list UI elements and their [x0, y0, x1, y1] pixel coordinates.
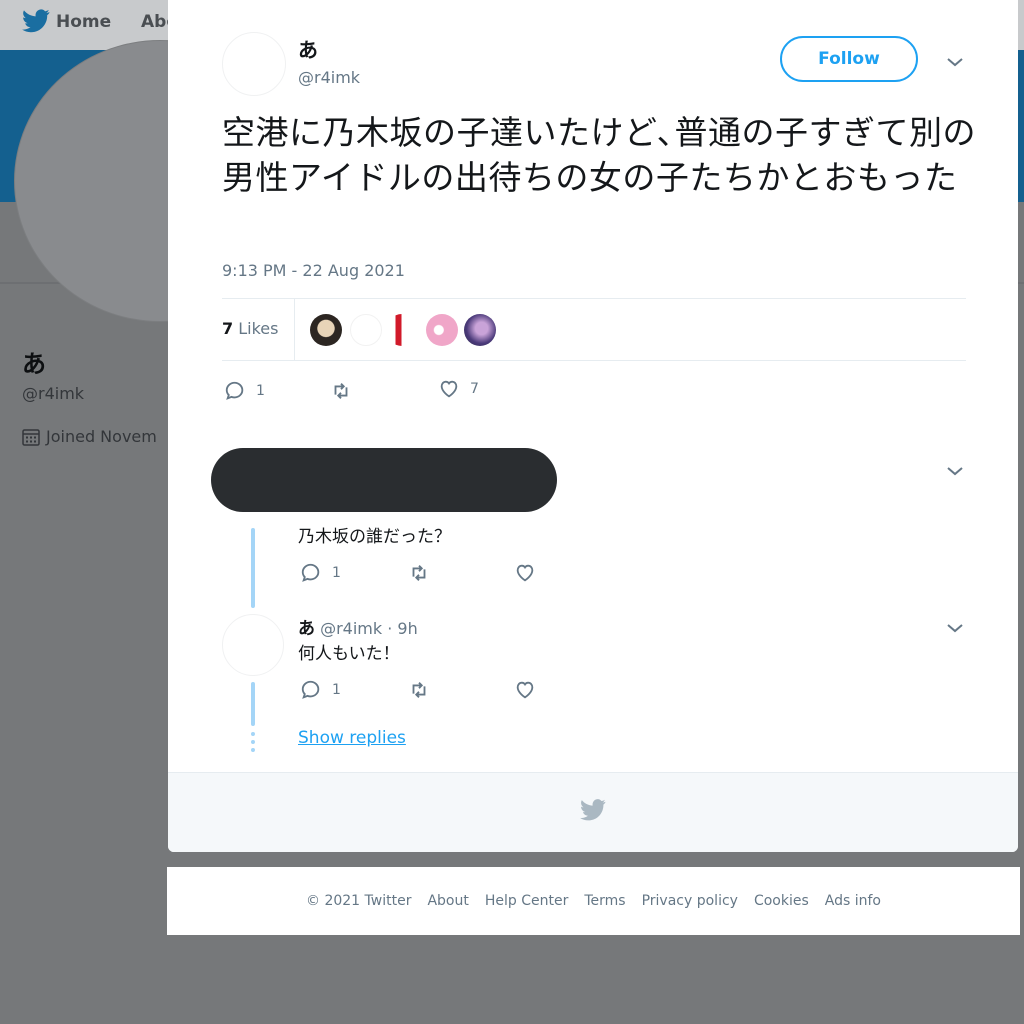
retweet-action[interactable] — [330, 380, 352, 402]
reply-action[interactable]: 1 — [224, 380, 265, 402]
reply-text: 乃木坂の誰だった？ — [298, 527, 451, 547]
liker-avatar[interactable] — [464, 314, 496, 346]
profile-name: あ — [22, 350, 46, 378]
footer-link-terms[interactable]: Terms — [584, 893, 625, 909]
liker-avatar[interactable] — [426, 314, 458, 346]
reply-header[interactable]: あ @r4imk · 9h — [298, 614, 418, 639]
reply-count: 1 — [256, 383, 265, 399]
divider — [222, 298, 966, 299]
reply-icon — [301, 563, 320, 582]
page-footer: © 2021 Twitter About Help Center Terms P… — [167, 867, 1020, 935]
heart-icon — [516, 681, 534, 699]
nav-home[interactable]: Home — [56, 12, 111, 32]
redacted-author-block — [211, 448, 557, 512]
author-handle[interactable]: @r4imk — [298, 68, 360, 87]
heart-icon — [516, 564, 534, 582]
reply-meta: @r4imk · 9h — [320, 619, 418, 638]
footer-link-about[interactable]: About — [427, 893, 468, 909]
reply-author-name: あ — [298, 619, 315, 639]
author-name[interactable]: あ — [298, 34, 318, 63]
divider — [222, 360, 966, 361]
retweet-action[interactable] — [408, 679, 430, 701]
likes-count[interactable]: 7 Likes — [222, 319, 278, 338]
reply-action[interactable]: 1 — [300, 562, 341, 584]
reply-icon — [225, 381, 244, 400]
liker-avatar[interactable] — [350, 314, 382, 346]
retweet-action[interactable] — [408, 562, 430, 584]
reply-count: 1 — [332, 565, 341, 581]
reply-icon — [301, 680, 320, 699]
liker-avatar[interactable] — [310, 314, 342, 346]
twitter-bird-icon — [22, 9, 50, 33]
tweet-text: 空港に乃木坂の子達いたけど､普通の子すぎて別の男性アイドルの出待ちの女の子たちか… — [222, 113, 976, 197]
footer-link-privacy-policy[interactable]: Privacy policy — [642, 893, 738, 909]
footer-copyright: © 2021 Twitter — [306, 893, 412, 909]
reply-action[interactable]: 1 — [300, 679, 341, 701]
calendar-icon — [22, 428, 40, 446]
profile-joined-text: Joined Novem — [46, 427, 157, 446]
chevron-down-icon[interactable] — [946, 465, 964, 477]
tweet-timestamp[interactable]: 9:13 PM - 22 Aug 2021 — [222, 261, 405, 280]
heart-icon — [440, 380, 458, 398]
like-action[interactable]: 7 — [438, 378, 479, 400]
reply-avatar[interactable] — [222, 614, 284, 676]
footer-link-help-center[interactable]: Help Center — [485, 893, 569, 909]
likes-label: Likes — [238, 319, 279, 338]
reply-text: 何人もいた！ — [298, 644, 400, 664]
follow-button[interactable]: Follow — [780, 36, 918, 82]
retweet-icon — [334, 383, 348, 399]
retweet-icon — [412, 565, 426, 581]
chevron-down-icon[interactable] — [946, 622, 964, 634]
chevron-down-icon[interactable] — [946, 56, 964, 68]
tweet-modal: あ @r4imk Follow 空港に乃木坂の子達いたけど､普通の子すぎて別の男… — [168, 0, 1018, 852]
thread-line — [251, 528, 255, 608]
like-action[interactable] — [514, 562, 536, 584]
thread-dots — [251, 732, 255, 756]
profile-joined: Joined Novem — [22, 427, 157, 446]
likes-number: 7 — [222, 319, 234, 338]
footer-link-cookies[interactable]: Cookies — [754, 893, 809, 909]
modal-footer — [168, 772, 1018, 852]
show-replies-link[interactable]: Show replies — [298, 728, 406, 748]
retweet-icon — [412, 682, 426, 698]
liker-avatar[interactable] — [386, 314, 418, 346]
author-avatar[interactable] — [222, 32, 286, 96]
like-action[interactable] — [514, 679, 536, 701]
like-count: 7 — [470, 381, 479, 397]
reply-count: 1 — [332, 682, 341, 698]
twitter-bird-icon — [580, 799, 606, 821]
profile-handle: @r4imk — [22, 384, 85, 403]
divider-vertical — [294, 298, 295, 360]
thread-line — [251, 682, 255, 726]
footer-link-ads-info[interactable]: Ads info — [825, 893, 881, 909]
